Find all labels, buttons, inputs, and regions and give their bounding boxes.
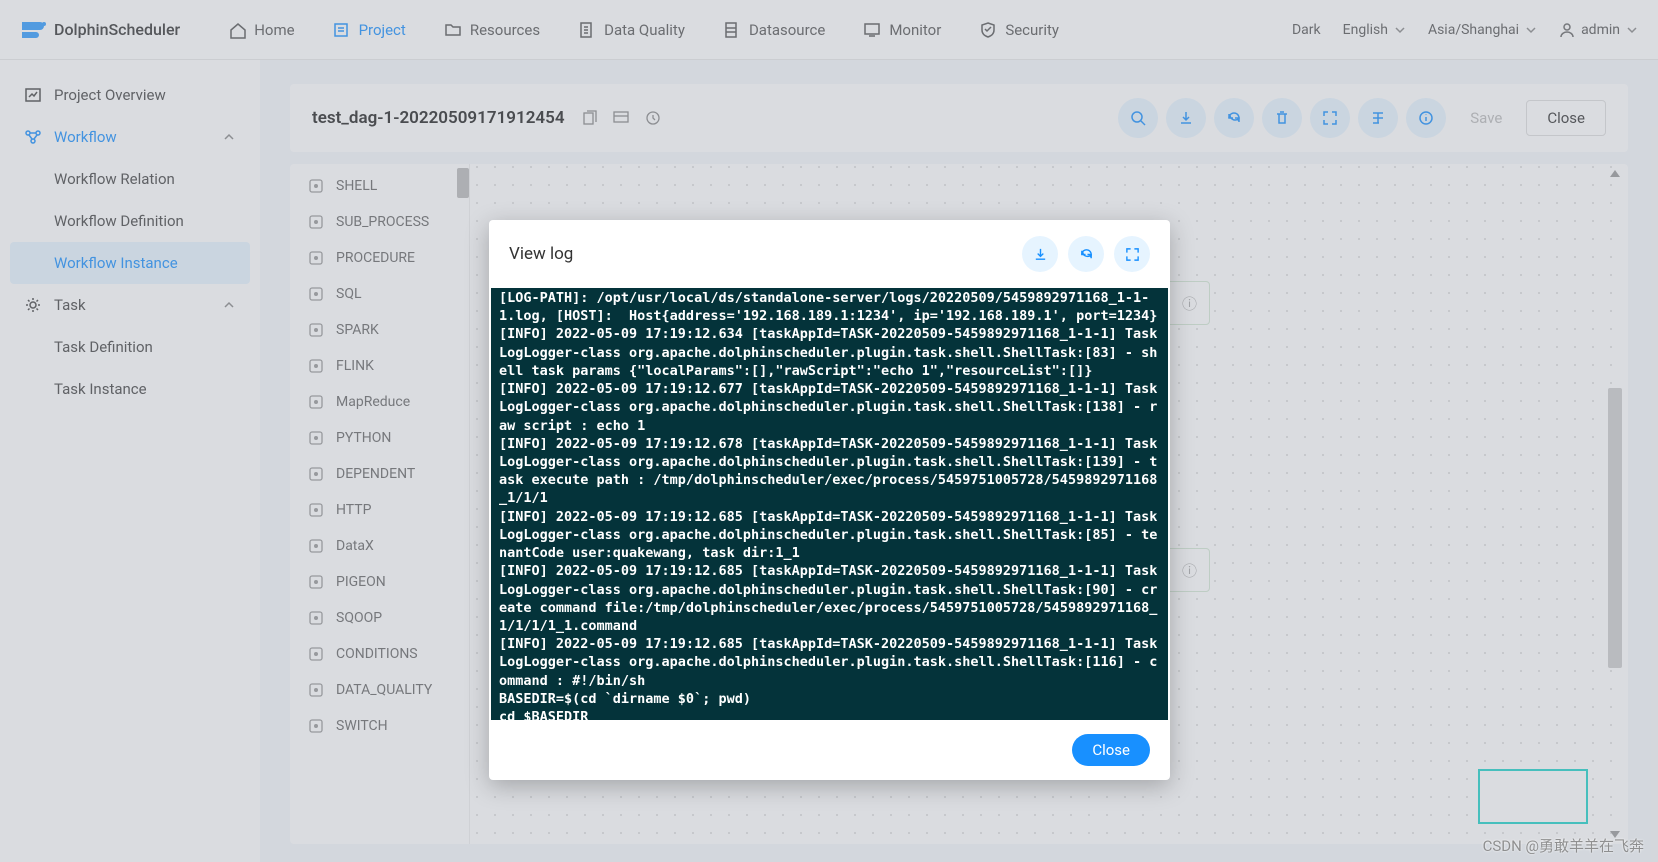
log-download-button[interactable]	[1022, 236, 1058, 272]
refresh-icon	[1079, 247, 1094, 262]
log-fullscreen-button[interactable]	[1114, 236, 1150, 272]
view-log-modal: View log [LOG-PATH]: /opt/usr/local/ds/s…	[489, 220, 1170, 780]
modal-title: View log	[509, 244, 573, 264]
watermark: CSDN @勇敢羊羊在飞奔	[1483, 835, 1644, 856]
log-content[interactable]: [LOG-PATH]: /opt/usr/local/ds/standalone…	[491, 288, 1168, 720]
modal-close-button[interactable]: Close	[1072, 734, 1150, 766]
fullscreen-icon	[1125, 247, 1140, 262]
download-icon	[1033, 247, 1048, 262]
log-refresh-button[interactable]	[1068, 236, 1104, 272]
